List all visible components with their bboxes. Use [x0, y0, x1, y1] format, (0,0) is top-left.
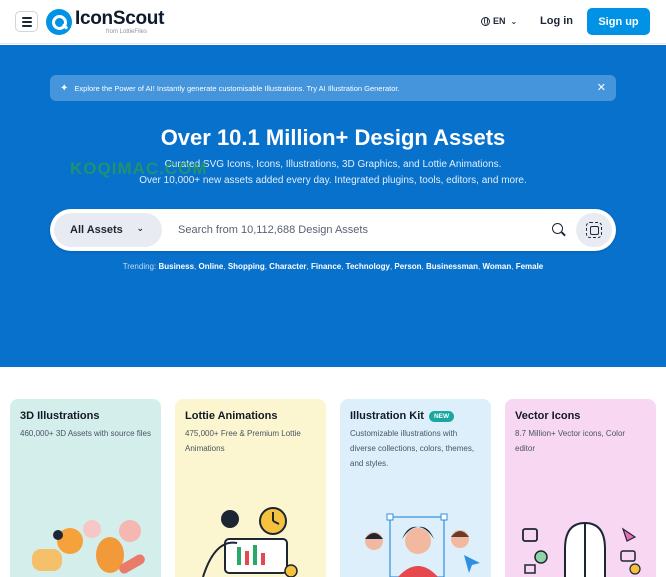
- vector-icons-artwork: [522, 521, 641, 577]
- login-link[interactable]: Log in: [540, 15, 573, 27]
- category-card-lottie-animations[interactable]: Lottie Animations 475,000+ Free & Premiu…: [175, 399, 326, 577]
- trending-label: Trending:: [122, 262, 157, 271]
- illustration-kit-artwork: [365, 513, 480, 577]
- trending-link[interactable]: Person: [394, 262, 421, 271]
- iconscout-logo-icon: [46, 9, 72, 35]
- top-navigation-bar: IconScout from LottieFiles EN ⌄ Log in S…: [0, 0, 666, 44]
- lottie-animation-artwork: [202, 507, 298, 577]
- hero-section: ✦ Explore the Power of AI! Instantly gen…: [0, 45, 666, 367]
- chevron-down-icon: ⌄: [510, 16, 518, 26]
- image-search-button[interactable]: [576, 213, 612, 247]
- new-badge: NEW: [428, 410, 455, 422]
- card-title: Lottie Animations: [185, 410, 278, 422]
- card-description: 8.7 Million+ Vector icons, Color editor: [515, 429, 626, 453]
- trending-link[interactable]: Finance: [311, 262, 341, 271]
- trending-link[interactable]: Online: [198, 262, 223, 271]
- search-input[interactable]: [178, 219, 538, 241]
- hero-title: Over 10.1 Million+ Design Assets: [160, 125, 506, 150]
- trending-searches: Trending: Business, Online, Shopping, Ch…: [122, 262, 544, 271]
- card-title: 3D Illustrations: [20, 410, 100, 422]
- search-bar: All Assets ⌄: [50, 209, 616, 251]
- brand-logo[interactable]: IconScout from LottieFiles: [46, 9, 164, 35]
- ai-announcement-banner[interactable]: ✦ Explore the Power of AI! Instantly gen…: [50, 75, 616, 101]
- trending-link[interactable]: Female: [516, 262, 544, 271]
- announcement-text: Explore the Power of AI! Instantly gener…: [74, 83, 400, 93]
- category-card-3d-illustrations[interactable]: 3D Illustrations 460,000+ 3D Assets with…: [10, 399, 161, 577]
- image-search-icon: [586, 222, 602, 238]
- 3d-illustration-artwork: [32, 520, 145, 574]
- category-card-illustration-kit[interactable]: Illustration Kit NEW Customizable illust…: [340, 399, 491, 577]
- card-description: 475,000+ Free & Premium Lottie Animation…: [185, 429, 301, 453]
- search-icon[interactable]: [552, 223, 564, 235]
- watermark: KOQIMAC.COM: [70, 159, 208, 178]
- sparkle-icon: ✦: [60, 82, 69, 94]
- language-code: EN: [493, 16, 506, 26]
- trending-link[interactable]: Technology: [346, 262, 390, 271]
- brand-subtitle: from LottieFiles: [106, 29, 148, 35]
- card-description: Customizable illustrations with diverse …: [350, 429, 475, 468]
- close-icon[interactable]: ✕: [597, 81, 606, 94]
- trending-link[interactable]: Woman: [482, 262, 511, 271]
- asset-type-label: All Assets: [70, 224, 123, 236]
- trending-link[interactable]: Character: [269, 262, 306, 271]
- trending-link[interactable]: Shopping: [228, 262, 265, 271]
- globe-icon: [481, 16, 490, 26]
- brand-name: IconScout: [75, 8, 165, 29]
- card-title: Vector Icons: [515, 410, 581, 422]
- trending-link[interactable]: Businessman: [426, 262, 478, 271]
- trending-link[interactable]: Business: [158, 262, 194, 271]
- asset-type-dropdown[interactable]: All Assets ⌄: [54, 213, 162, 247]
- category-card-vector-icons[interactable]: Vector Icons 8.7 Million+ Vector icons, …: [505, 399, 656, 577]
- chevron-down-icon: ⌄: [136, 223, 144, 233]
- language-selector[interactable]: EN ⌄: [481, 16, 517, 26]
- signup-button[interactable]: Sign up: [587, 8, 650, 35]
- hamburger-menu-button[interactable]: [15, 11, 38, 32]
- card-title: Illustration Kit NEW: [350, 410, 481, 422]
- card-description: 460,000+ 3D Assets with source files: [20, 429, 151, 438]
